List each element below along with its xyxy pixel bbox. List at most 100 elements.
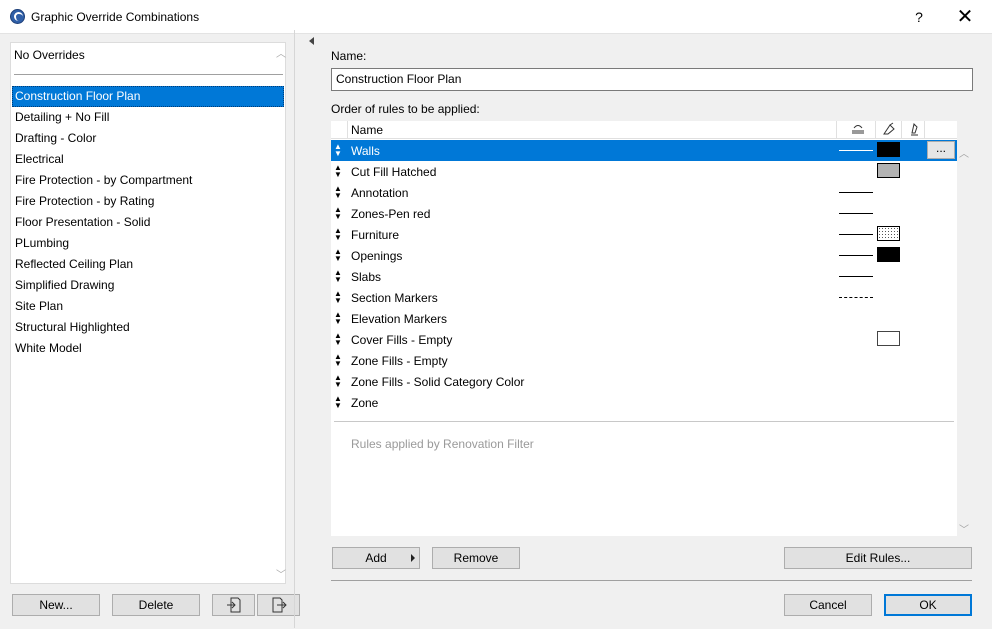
combination-item[interactable]: Electrical (12, 149, 284, 170)
reorder-grip-icon[interactable]: ▲ ▼ (334, 374, 342, 389)
rule-options-button[interactable]: ... (927, 141, 955, 159)
no-overrides-item[interactable]: No Overrides (14, 48, 85, 62)
scroll-up-icon[interactable]: ︿ (274, 45, 288, 60)
rule-name: Furniture (351, 228, 400, 242)
fill-override-swatch (877, 142, 900, 157)
combination-item[interactable]: Reflected Ceiling Plan (12, 254, 284, 275)
scroll-down-icon[interactable]: ﹀ (959, 521, 969, 536)
dropdown-arrow-icon (411, 554, 415, 562)
rule-row[interactable]: ▲ ▼ Zone Fills - Solid Category Color (331, 371, 957, 392)
reorder-grip-icon[interactable]: ▲ ▼ (334, 185, 342, 200)
export-icon (272, 597, 287, 613)
import-button[interactable] (212, 594, 255, 616)
line-override-icon[interactable] (851, 122, 865, 136)
reorder-grip-icon[interactable]: ▲ ▼ (334, 311, 342, 326)
reorder-grip-icon[interactable]: ▲ ▼ (334, 164, 342, 179)
cancel-button[interactable]: Cancel (784, 594, 872, 616)
rule-row[interactable]: ▲ ▼ Elevation Markers (331, 308, 957, 329)
reorder-grip-icon[interactable]: ▲ ▼ (334, 206, 342, 221)
fill-override-swatch (877, 247, 900, 262)
combination-item[interactable]: Simplified Drawing (12, 275, 284, 296)
remove-button[interactable]: Remove (432, 547, 520, 569)
combination-item[interactable]: Fire Protection - by Rating (12, 191, 284, 212)
rule-name: Zone (351, 396, 379, 410)
rule-row[interactable]: ▲ ▼ Zones-Pen red (331, 203, 957, 224)
rules-table: Name ▲ ▼ Walls... ▲ ▼ Cut Fill Hatched ▲ ▼ Annot… (331, 121, 969, 536)
rule-name: Cover Fills - Empty (351, 333, 453, 347)
rule-row[interactable]: ▲ ▼ Cover Fills - Empty (331, 329, 957, 350)
rule-row[interactable]: ▲ ▼ Furniture (331, 224, 957, 245)
reorder-grip-icon[interactable]: ▲ ▼ (334, 332, 342, 347)
rule-row[interactable]: ▲ ▼ Slabs (331, 266, 957, 287)
window-title: Graphic Override Combinations (31, 10, 200, 24)
reorder-grip-icon[interactable]: ▲ ▼ (334, 353, 342, 368)
name-field[interactable]: Construction Floor Plan (331, 68, 973, 91)
archicad-app-icon (10, 9, 25, 24)
rule-name: Annotation (351, 186, 409, 200)
title-bar: Graphic Override Combinations ? ✕ (0, 0, 992, 34)
rule-name: Walls (351, 144, 380, 158)
combination-item[interactable]: Site Plan (12, 296, 284, 317)
order-rules-label: Order of rules to be applied: (331, 102, 480, 116)
reorder-grip-icon[interactable]: ▲ ▼ (334, 290, 342, 305)
reorder-grip-icon[interactable]: ▲ ▼ (334, 269, 342, 284)
reorder-grip-icon[interactable]: ▲ ▼ (334, 227, 342, 242)
fill-override-swatch (877, 163, 900, 178)
combination-item[interactable]: Drafting - Color (12, 128, 284, 149)
edit-rules-button[interactable]: Edit Rules... (784, 547, 972, 569)
help-button[interactable]: ? (904, 4, 934, 30)
surface-override-icon[interactable] (907, 122, 921, 136)
add-button[interactable]: Add (332, 547, 420, 569)
combination-item[interactable]: Structural Highlighted (12, 317, 284, 338)
new-button[interactable]: New... (12, 594, 100, 616)
rule-name: Cut Fill Hatched (351, 165, 437, 179)
scroll-down-icon[interactable]: ﹀ (274, 566, 288, 581)
ok-button[interactable]: OK (884, 594, 972, 616)
line-override-swatch (839, 297, 873, 298)
combination-item[interactable]: White Model (12, 338, 284, 359)
column-divider (836, 121, 837, 139)
close-button[interactable]: ✕ (950, 4, 980, 30)
combination-item[interactable]: Construction Floor Plan (12, 86, 284, 107)
collapse-panel-icon[interactable] (309, 37, 314, 45)
line-override-swatch (839, 213, 873, 214)
rule-row[interactable]: ▲ ▼ Zone (331, 392, 957, 413)
fill-override-swatch (877, 226, 900, 241)
rule-name: Section Markers (351, 291, 438, 305)
rule-name: Zone Fills - Solid Category Color (351, 375, 525, 389)
column-name-header[interactable]: Name (351, 123, 383, 137)
list-divider (14, 74, 283, 75)
rules-table-header: Name (331, 121, 957, 139)
combinations-list[interactable]: No Overrides Construction Floor Plan Deta… (10, 42, 286, 584)
scroll-up-icon[interactable]: ︿ (959, 145, 969, 160)
import-icon (226, 597, 240, 613)
rule-row[interactable]: ▲ ▼ Walls... (331, 140, 957, 161)
rule-row[interactable]: ▲ ▼ Cut Fill Hatched (331, 161, 957, 182)
rule-row[interactable]: ▲ ▼ Section Markers (331, 287, 957, 308)
add-button-label: Add (365, 551, 387, 565)
reorder-grip-icon[interactable]: ▲ ▼ (334, 248, 342, 263)
rules-rows: ▲ ▼ Walls... ▲ ▼ Cut Fill Hatched ▲ ▼ Annotation… (331, 140, 957, 413)
combination-item[interactable]: Detailing + No Fill (12, 107, 284, 128)
rule-name: Zones-Pen red (351, 207, 431, 221)
delete-button[interactable]: Delete (112, 594, 200, 616)
name-label: Name: (331, 49, 367, 63)
column-divider (901, 121, 902, 139)
combination-item[interactable]: Floor Presentation - Solid (12, 212, 284, 233)
combination-item[interactable]: PLumbing (12, 233, 284, 254)
reorder-grip-icon[interactable]: ▲ ▼ (334, 395, 342, 410)
fill-override-icon[interactable] (882, 122, 896, 136)
rule-row[interactable]: ▲ ▼ Zone Fills - Empty (331, 350, 957, 371)
combination-item[interactable]: Fire Protection - by Compartment (12, 170, 284, 191)
rule-name: Openings (351, 249, 403, 263)
column-divider (924, 121, 925, 139)
rule-row[interactable]: ▲ ▼ Annotation (331, 182, 957, 203)
rule-row[interactable]: ▲ ▼ Openings (331, 245, 957, 266)
rule-name: Elevation Markers (351, 312, 448, 326)
reorder-grip-icon[interactable]: ▲ ▼ (334, 143, 342, 158)
line-override-swatch (839, 192, 873, 193)
rule-name: Slabs (351, 270, 382, 284)
panel-splitter[interactable] (294, 30, 295, 628)
fill-override-swatch (877, 331, 900, 346)
footer-divider (331, 580, 972, 581)
